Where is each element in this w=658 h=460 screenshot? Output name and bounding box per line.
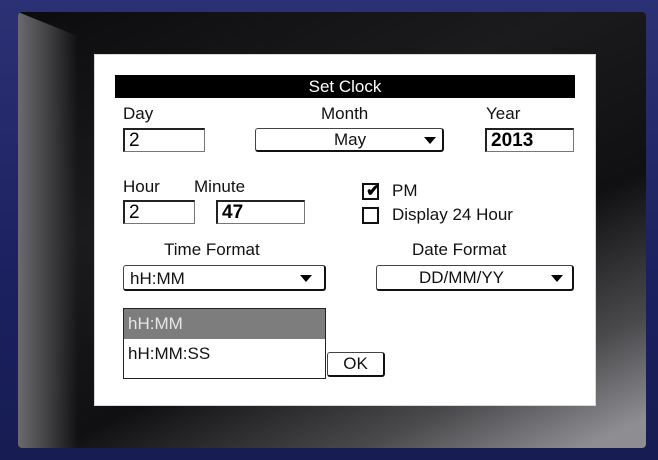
hour-field[interactable]: 2 <box>123 200 195 224</box>
time-format-dropdown[interactable]: hH:MM <box>123 265 326 291</box>
chevron-down-icon <box>551 275 563 282</box>
time-format-options-list: hH:MM hH:MM:SS <box>123 308 326 379</box>
minute-label: Minute <box>194 177 246 196</box>
screen-shading <box>18 12 78 448</box>
ok-button[interactable]: OK <box>327 352 385 377</box>
set-clock-dialog: Set Clock Day Month Year 2 May 2013 Hour… <box>94 54 596 406</box>
time-format-option[interactable]: hH:MM:SS <box>124 339 325 369</box>
minute-field[interactable]: 47 <box>216 200 305 224</box>
time-format-value: hH:MM <box>130 269 185 288</box>
time-format-option[interactable]: hH:MM <box>124 309 325 339</box>
dialog-title: Set Clock <box>115 75 575 98</box>
year-field[interactable]: 2013 <box>485 128 574 152</box>
date-format-value: DD/MM/YY <box>419 268 504 287</box>
checkmark-icon: ✔ <box>366 181 381 200</box>
display-24-hour-checkbox[interactable] <box>362 207 379 224</box>
date-format-dropdown[interactable]: DD/MM/YY <box>376 265 574 291</box>
pm-label: PM <box>392 181 418 200</box>
year-label: Year <box>486 104 521 123</box>
device-screen: Set Clock Day Month Year 2 May 2013 Hour… <box>18 12 646 448</box>
month-dropdown[interactable]: May <box>255 128 444 152</box>
time-format-label: Time Format <box>164 240 260 259</box>
date-format-label: Date Format <box>412 240 507 259</box>
chevron-down-icon <box>424 137 436 144</box>
day-label: Day <box>123 104 154 123</box>
month-label: Month <box>321 104 369 123</box>
day-field[interactable]: 2 <box>123 128 205 152</box>
hour-label: Hour <box>123 177 160 196</box>
display-24-hour-label: Display 24 Hour <box>392 205 513 224</box>
pm-checkbox[interactable]: ✔ <box>362 181 381 200</box>
chevron-down-icon <box>300 275 312 282</box>
month-value: May <box>334 130 367 149</box>
